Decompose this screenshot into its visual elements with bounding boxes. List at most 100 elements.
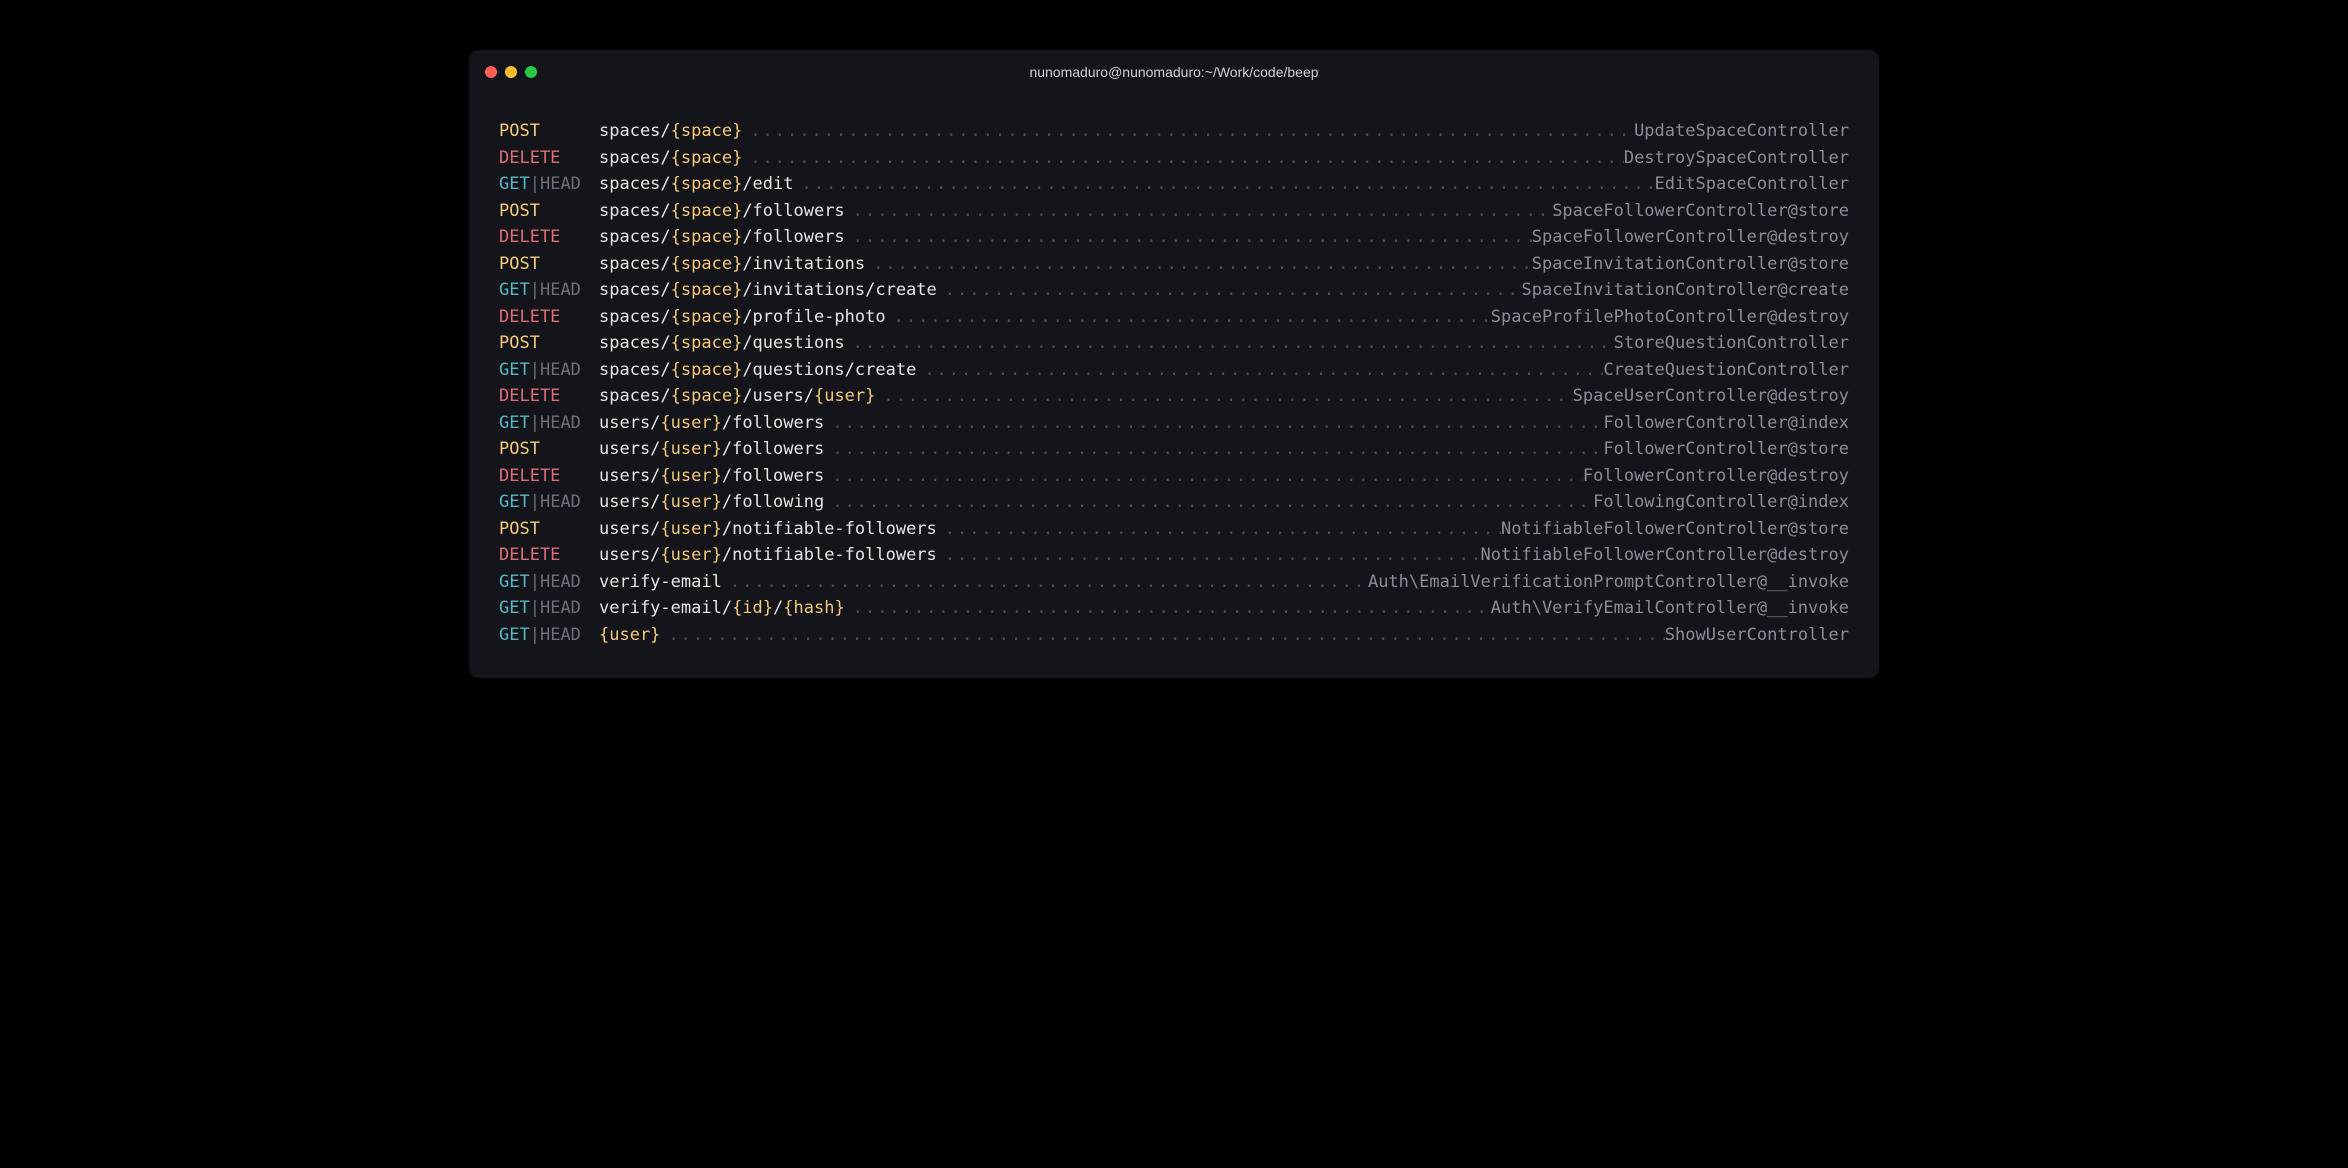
route-path-segment: /questions [742,333,844,353]
http-method: POST [499,516,599,543]
route-path: spaces/{space}/invitations [599,251,865,278]
route-path-segment: verify-email/ [599,598,732,618]
method-get: GET [499,280,530,300]
controller-name: FollowerController@store [1603,436,1849,463]
route-line: POSTusers/{user}/followersFollowerContro… [499,436,1849,463]
dots-filler [794,171,1655,198]
dots-filler [824,436,1603,463]
route-param: {user} [599,625,660,645]
route-param: {user} [660,413,721,433]
route-path-segment: /questions/create [742,360,916,380]
dots-filler [886,304,1491,331]
method-delete: DELETE [499,307,560,327]
route-path: spaces/{space}/edit [599,171,794,198]
route-line: DELETEusers/{user}/followersFollowerCont… [499,463,1849,490]
method-separator: | [530,598,540,618]
http-method: GET|HEAD [499,410,599,437]
route-path-segment: /invitations/create [742,280,936,300]
route-path: users/{user}/notifiable-followers [599,516,937,543]
route-line: GET|HEADusers/{user}/followingFollowingC… [499,489,1849,516]
window-title: nunomaduro@nunomaduro:~/Work/code/beep [485,64,1863,80]
route-path-segment: spaces/ [599,227,671,247]
method-get: GET [499,598,530,618]
route-line: GET|HEAD{user}ShowUserController [499,622,1849,649]
route-path-segment: /notifiable-followers [722,519,937,539]
route-param: {hash} [783,598,844,618]
route-path: users/{user}/following [599,489,824,516]
route-path-segment: users/ [599,466,660,486]
method-separator: | [530,174,540,194]
route-line: POSTspaces/{space}/followersSpaceFollowe… [499,198,1849,225]
route-path-segment: /followers [722,413,824,433]
dots-filler [824,410,1603,437]
route-line: POST spaces/{space}/questions StoreQuestio… [499,330,1849,357]
route-line: DELETEusers/{user}/notifiable-followersN… [499,542,1849,569]
route-line: POSTusers/{user}/notifiable-followersNot… [499,516,1849,543]
method-separator: | [530,625,540,645]
route-line: GET|HEADusers/{user}/followersFollowerCo… [499,410,1849,437]
controller-name: FollowingController@index [1593,489,1849,516]
route-path: spaces/{space} [599,145,742,172]
route-path: spaces/{space} [599,118,742,145]
close-icon[interactable] [485,66,497,78]
route-path-segment: spaces/ [599,121,671,141]
dots-filler [845,330,1614,357]
route-line: DELETEspaces/{space}/followersSpaceFollo… [499,224,1849,251]
route-path-segment: users/ [599,545,660,565]
http-method: POST [499,118,599,145]
minimize-icon[interactable] [505,66,517,78]
method-separator: | [530,492,540,512]
route-path-segment: spaces/ [599,307,671,327]
method-head: HEAD [540,625,581,645]
controller-name: CreateQuestionController [1603,357,1849,384]
traffic-lights [485,66,537,78]
dots-filler [845,595,1491,622]
route-param: {user} [660,545,721,565]
route-param: {space} [671,201,743,221]
terminal-window: nunomaduro@nunomaduro:~/Work/code/beep P… [469,50,1879,678]
http-method: GET|HEAD [499,569,599,596]
method-get: GET [499,413,530,433]
route-line: DELETEspaces/{space}/profile-photoSpaceP… [499,304,1849,331]
route-param: {space} [671,121,743,141]
route-param: {user} [660,466,721,486]
controller-name: SpaceInvitationController@create [1521,277,1849,304]
method-get: GET [499,625,530,645]
method-post: POST [499,254,540,274]
route-param: {user} [660,519,721,539]
route-path-segment: spaces/ [599,174,671,194]
terminal-body: POSTspaces/{space}UpdateSpaceControllerD… [469,94,1879,678]
route-path: users/{user}/followers [599,410,824,437]
route-path-segment: users/ [599,519,660,539]
route-path-segment: /followers [722,466,824,486]
route-path-segment: /followers [742,201,844,221]
controller-name: StoreQuestionController [1614,330,1849,357]
route-path-segment: /followers [722,439,824,459]
dots-filler [937,516,1501,543]
method-separator: | [530,413,540,433]
method-separator: | [530,572,540,592]
dots-filler [660,622,1664,649]
maximize-icon[interactable] [525,66,537,78]
route-path: spaces/{space}/questions/create [599,357,916,384]
method-head: HEAD [540,174,581,194]
route-param: {id} [732,598,773,618]
route-path-segment: /followers [742,227,844,247]
http-method: DELETE [499,463,599,490]
route-path-segment: verify-email [599,572,722,592]
method-delete: DELETE [499,545,560,565]
method-head: HEAD [540,598,581,618]
route-path-segment: / [773,598,783,618]
dots-filler [742,118,1634,145]
method-head: HEAD [540,360,581,380]
dots-filler [916,357,1603,384]
route-line: GET|HEADverify-emailAuth\EmailVerificati… [499,569,1849,596]
http-method: POST [499,198,599,225]
route-path-segment: /profile-photo [742,307,885,327]
route-path: spaces/{space}/questions [599,330,845,357]
route-path: users/{user}/followers [599,463,824,490]
route-path: spaces/{space}/followers [599,224,845,251]
method-delete: DELETE [499,227,560,247]
dots-filler [824,489,1593,516]
method-post: POST [499,333,540,353]
